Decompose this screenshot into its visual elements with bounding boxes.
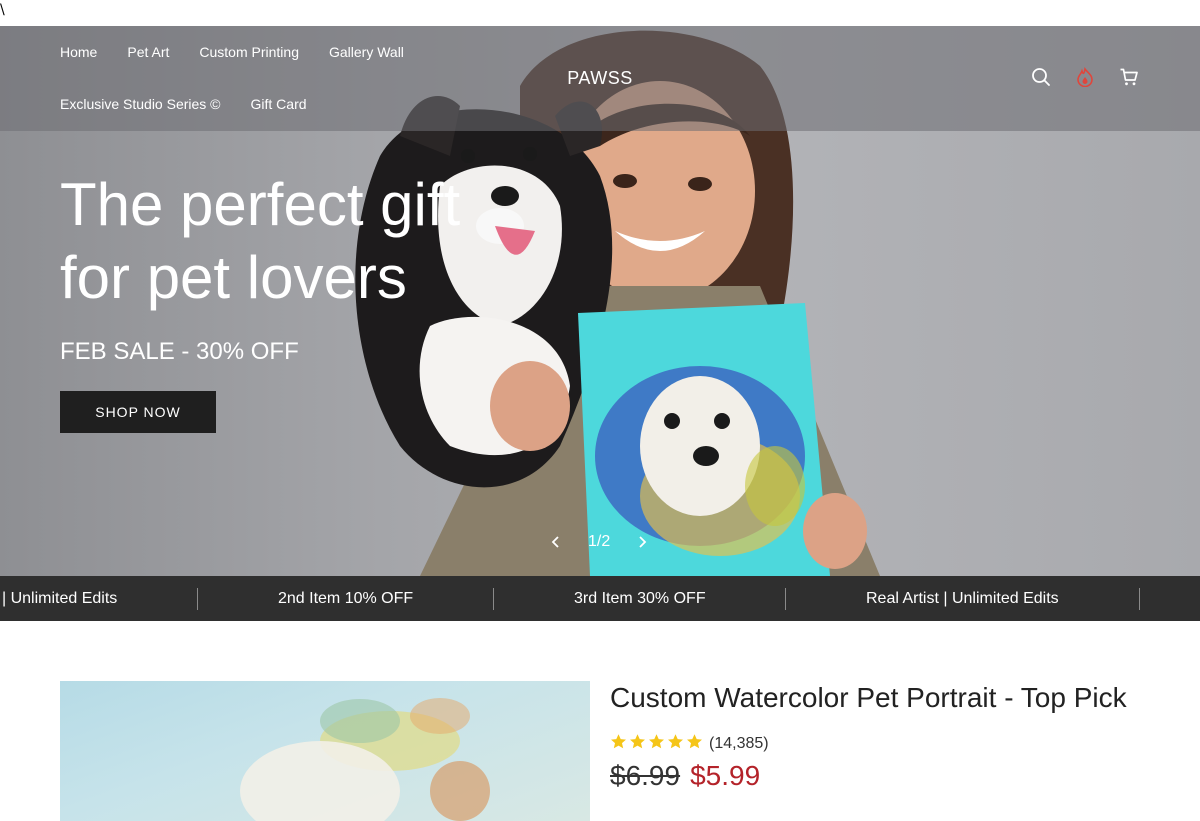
- sale-price: $5.99: [690, 760, 761, 791]
- marquee-item: Real Artist | Unlimited Edits: [866, 590, 1059, 607]
- marquee-divider: [493, 588, 494, 610]
- product-rating: (14,385): [610, 733, 769, 755]
- nav-item-gallery-wall[interactable]: Gallery Wall: [329, 44, 404, 60]
- site-logo[interactable]: PAWSS: [567, 68, 633, 88]
- product-image[interactable]: [60, 681, 590, 821]
- prev-slide-icon[interactable]: [548, 532, 564, 552]
- nav-item-pet-art[interactable]: Pet Art: [127, 44, 169, 60]
- marquee-item: 2nd Item 10% OFF: [278, 590, 414, 607]
- rating-count[interactable]: (14,385): [709, 735, 769, 753]
- marquee-divider: [197, 588, 198, 610]
- marquee-divider: [785, 588, 786, 610]
- product-title[interactable]: Custom Watercolor Pet Portrait - Top Pic…: [610, 682, 1127, 714]
- loyalty-flame-icon[interactable]: [1074, 66, 1096, 88]
- header-actions: [1030, 66, 1140, 88]
- star-icon: [686, 733, 703, 755]
- hero-title: The perfect gift for pet lovers: [60, 168, 580, 314]
- hero-banner: Home Pet Art Custom Printing Gallery Wal…: [0, 26, 1200, 576]
- nav-item-home[interactable]: Home: [60, 44, 97, 60]
- next-slide-icon[interactable]: [634, 532, 650, 552]
- cart-icon[interactable]: [1118, 66, 1140, 88]
- star-icon: [610, 733, 627, 755]
- marquee-item: 3rd Item 30% OFF: [574, 590, 706, 607]
- promo-marquee: | Unlimited Edits 2nd Item 10% OFF 3rd I…: [0, 576, 1200, 621]
- shop-now-button[interactable]: SHOP NOW: [60, 391, 216, 433]
- product-image-art: [240, 698, 490, 821]
- hero-title-line2: for pet lovers: [60, 244, 407, 311]
- stray-backslash: \: [0, 2, 5, 18]
- nav-item-gift-card[interactable]: Gift Card: [251, 96, 307, 112]
- nav-item-exclusive-studio-series[interactable]: Exclusive Studio Series ©: [60, 96, 221, 112]
- product-prices: $6.99 $5.99: [610, 760, 760, 792]
- star-icon: [667, 733, 684, 755]
- site-header: Home Pet Art Custom Printing Gallery Wal…: [0, 26, 1200, 131]
- slider-controls: 1/2: [548, 532, 650, 552]
- marquee-divider: [1139, 588, 1140, 610]
- hero-title-line1: The perfect gift: [60, 171, 461, 238]
- star-icon: [629, 733, 646, 755]
- search-icon[interactable]: [1030, 66, 1052, 88]
- marquee-item: | Unlimited Edits: [2, 590, 118, 607]
- main-nav: Home Pet Art Custom Printing Gallery Wal…: [60, 26, 520, 130]
- original-price: $6.99: [610, 760, 681, 791]
- star-icon: [648, 733, 665, 755]
- hero-subtitle: FEB SALE - 30% OFF: [60, 338, 299, 365]
- nav-item-custom-printing[interactable]: Custom Printing: [199, 44, 299, 60]
- slide-indicator: 1/2: [588, 533, 611, 550]
